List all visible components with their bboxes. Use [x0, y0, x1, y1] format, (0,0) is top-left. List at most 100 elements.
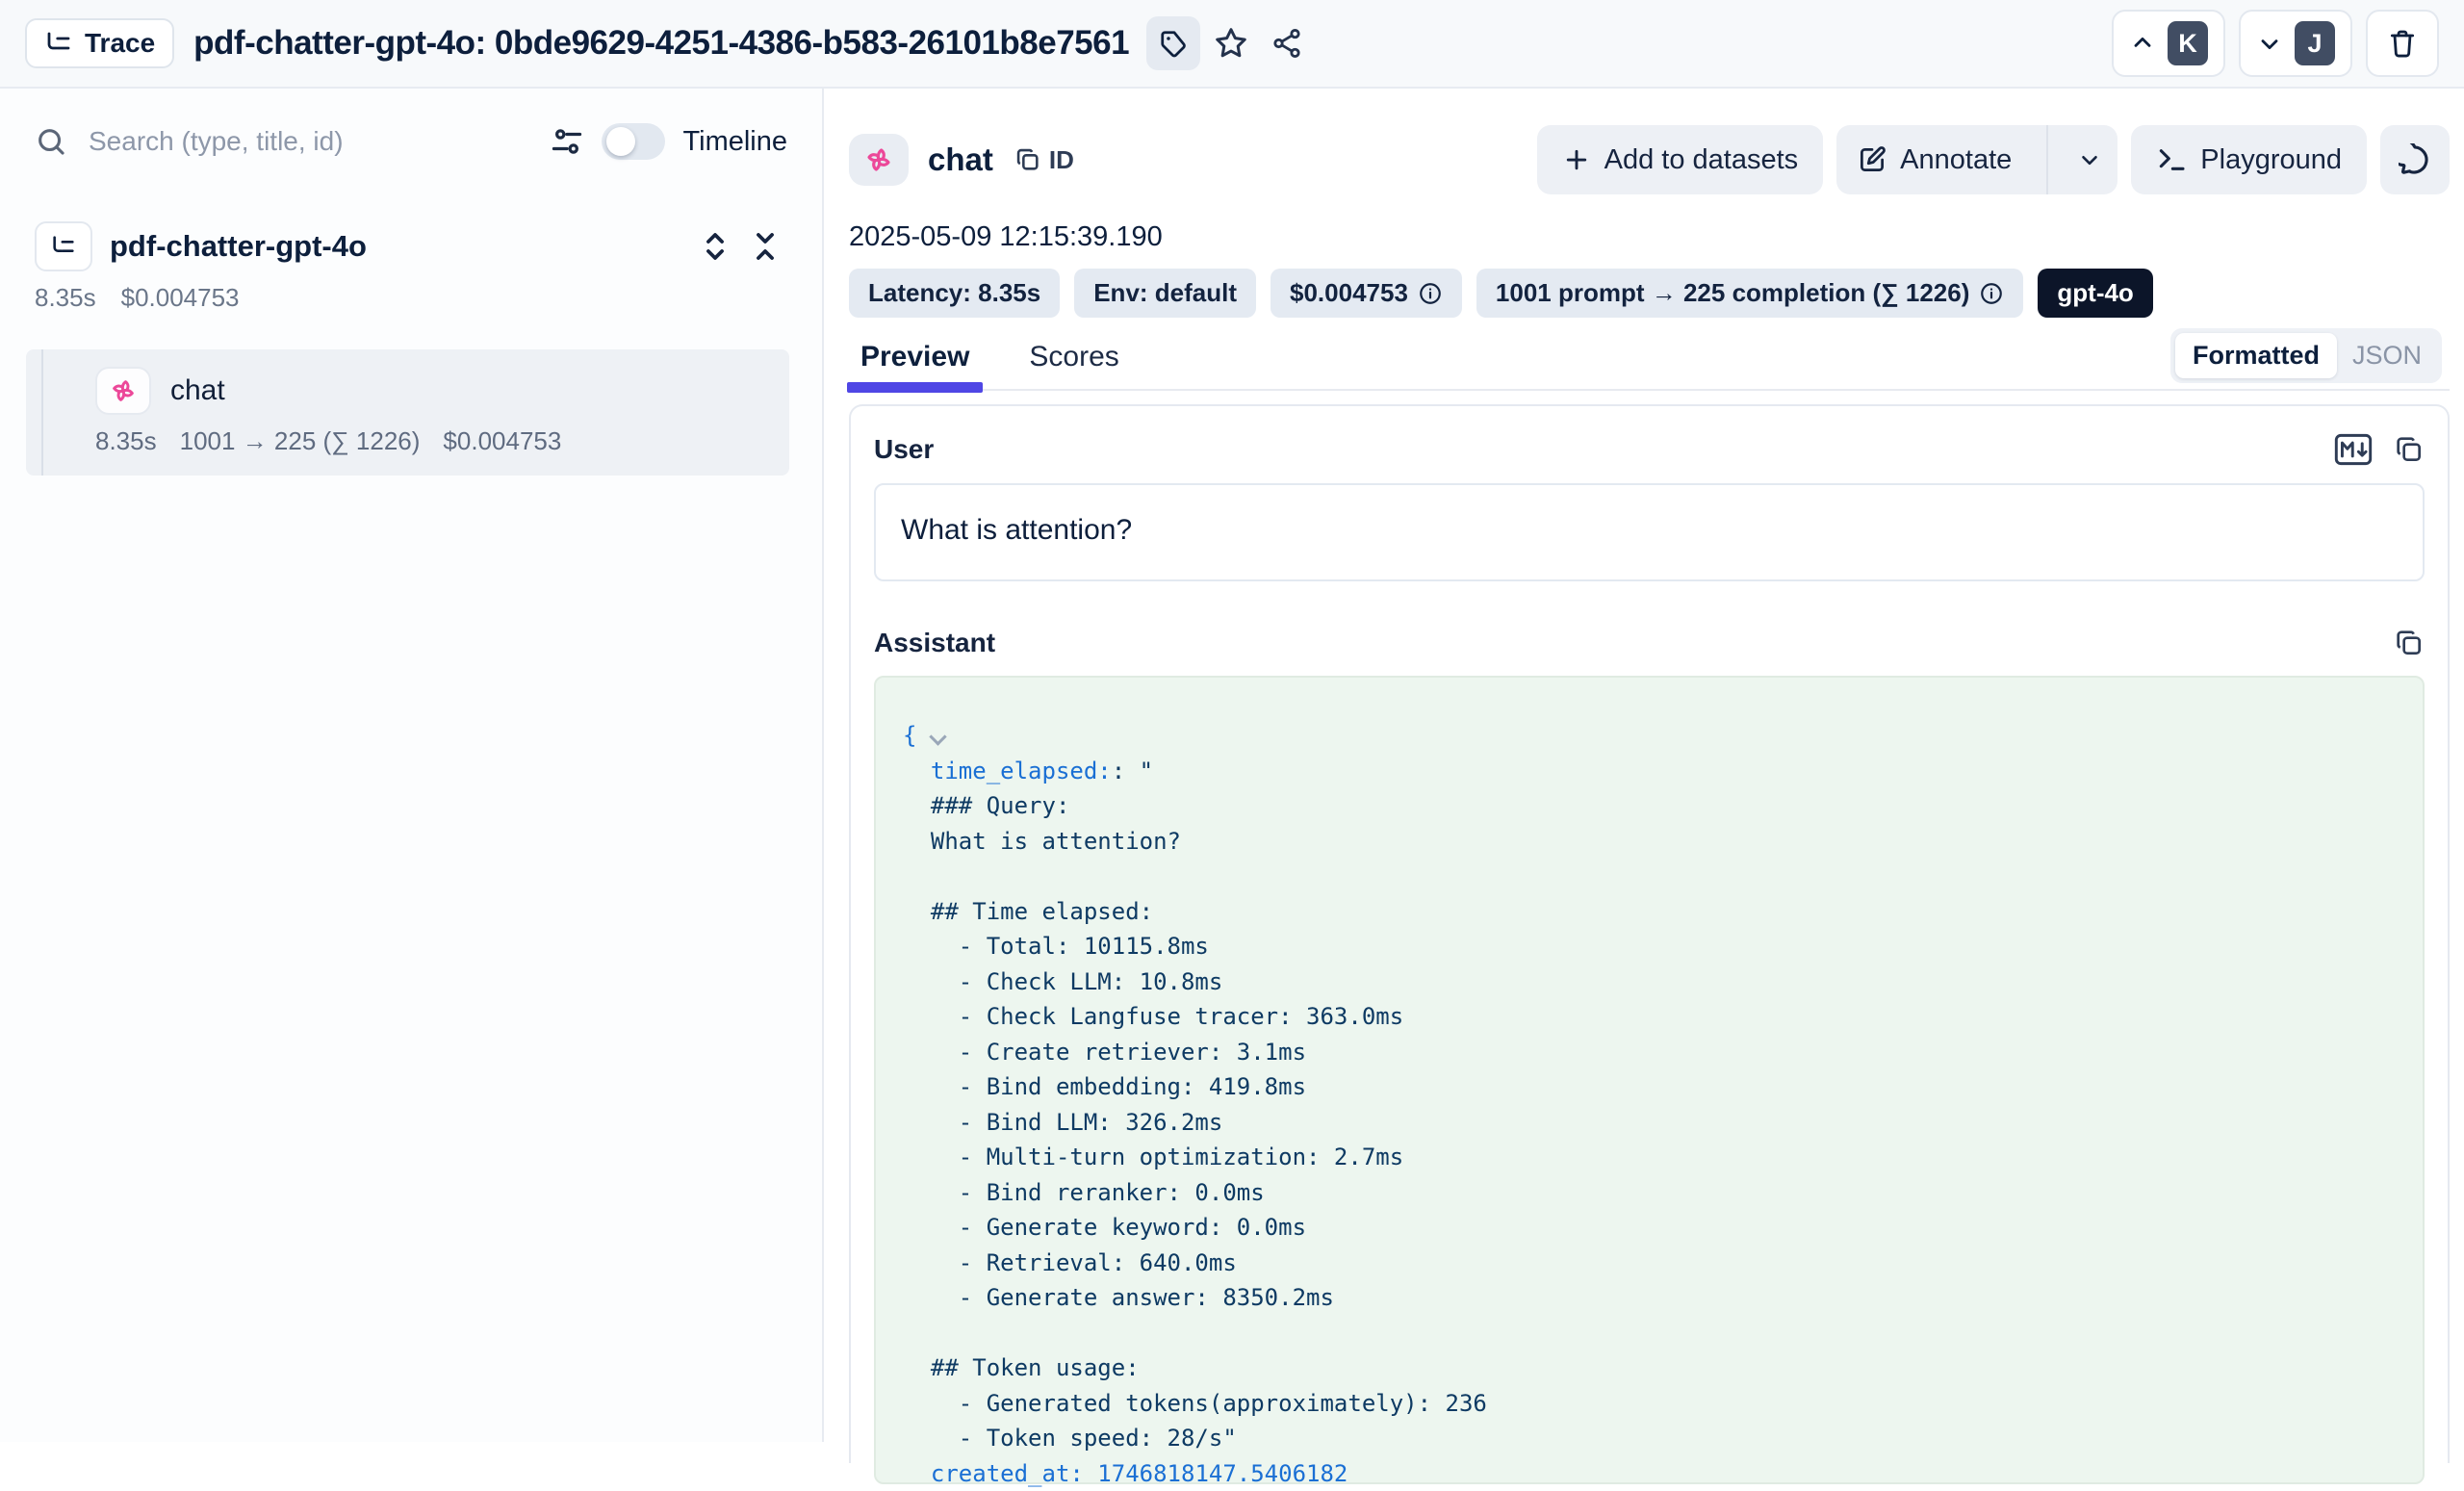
observation-timestamp: 2025-05-09 12:15:39.190: [849, 221, 2450, 253]
generation-icon-badge: [849, 134, 909, 186]
tab-preview[interactable]: Preview: [849, 341, 981, 373]
model-badge-label: gpt-4o: [2057, 278, 2133, 308]
markdown-icon: [2334, 433, 2373, 466]
add-to-datasets-button[interactable]: Add to datasets: [1537, 125, 1824, 194]
tree-guide-line: [41, 349, 43, 476]
info-icon[interactable]: [1979, 281, 2004, 306]
format-option-formatted[interactable]: Formatted: [2175, 333, 2337, 378]
search-input[interactable]: [89, 126, 532, 157]
button-divider: [2046, 125, 2048, 194]
preview-content-card: User What i: [849, 404, 2450, 1463]
env-badge: Env: default: [1074, 269, 1256, 318]
active-tab-indicator: [847, 382, 983, 393]
assistant-output-box: { time_elapsed:: " ### Query: What is at…: [874, 676, 2425, 1484]
collapse-all-icon[interactable]: [749, 230, 782, 263]
add-to-datasets-label: Add to datasets: [1604, 144, 1799, 176]
cost-badge-label: $0.004753: [1290, 278, 1408, 308]
chevron-down-icon: [2256, 30, 2283, 57]
generation-fan-icon: [863, 144, 894, 175]
latency-badge-label: Latency: 8.35s: [868, 278, 1040, 308]
copy-user-content-button[interactable]: [2394, 434, 2425, 465]
shortcut-key-j: J: [2295, 21, 2335, 65]
tab-scores-label: Scores: [1029, 341, 1118, 373]
markdown-toggle-button[interactable]: [2334, 433, 2373, 466]
observation-detail-panel: chat ID Add to datasets: [826, 89, 2464, 1442]
copy-assistant-content-button[interactable]: [2394, 628, 2425, 658]
copy-id-button[interactable]: ID: [1014, 145, 1074, 175]
annotate-button[interactable]: Annotate: [1836, 125, 2033, 194]
format-option-json[interactable]: JSON: [2337, 333, 2437, 378]
token-usage-badge: 1001 prompt → 225 completion (∑ 1226): [1476, 269, 2023, 318]
tab-preview-label: Preview: [860, 341, 969, 373]
view-options-icon[interactable]: [550, 124, 584, 159]
chevron-up-icon: [2129, 30, 2156, 57]
token-usage-label: 1001 prompt → 225 completion (∑ 1226): [1496, 278, 1969, 308]
env-badge-label: Env: default: [1093, 278, 1237, 308]
trace-cost: $0.004753: [121, 283, 240, 313]
tree-item-chat-title: chat: [170, 374, 225, 407]
tab-scores[interactable]: Scores: [1017, 341, 1130, 373]
tags-button[interactable]: [1146, 16, 1200, 70]
delete-trace-button[interactable]: [2366, 10, 2439, 77]
chevron-down-icon: [2077, 147, 2102, 172]
user-section-heading: User: [874, 434, 2313, 465]
plus-icon: [1562, 145, 1591, 174]
annotate-pen-icon: [1858, 145, 1886, 174]
user-input-box: What is attention?: [874, 483, 2425, 581]
prev-item-button[interactable]: K: [2112, 10, 2225, 77]
observation-title: chat: [928, 141, 993, 178]
playground-label: Playground: [2200, 144, 2342, 176]
copy-icon: [1014, 146, 1041, 173]
comment-bubble-icon: [2399, 143, 2431, 176]
share-icon: [1270, 27, 1303, 60]
trash-icon: [2387, 28, 2418, 59]
detail-tabs: Preview Scores Formatted JSON: [849, 341, 2450, 391]
toggle-knob: [606, 127, 635, 156]
assistant-section-heading: Assistant: [874, 628, 2373, 658]
star-icon: [1214, 26, 1248, 61]
annotate-menu-button[interactable]: [2062, 125, 2118, 194]
trace-duration: 8.35s: [35, 283, 96, 313]
tree-root-trace-row[interactable]: pdf-chatter-gpt-4o: [35, 221, 787, 271]
generation-icon-badge: [95, 367, 151, 415]
user-input-text: What is attention?: [901, 514, 2398, 547]
trace-tree-sidebar: Timeline pdf-chatter-gpt-4o 8.: [0, 89, 824, 1442]
annotate-label: Annotate: [1900, 144, 2012, 176]
timeline-toggle-label: Timeline: [682, 126, 787, 158]
assistant-output-code: { time_elapsed:: " ### Query: What is at…: [903, 718, 2398, 1491]
share-button[interactable]: [1262, 18, 1312, 68]
annotate-split-button: Annotate: [1836, 125, 2118, 194]
trace-node-title: pdf-chatter-gpt-4o: [110, 229, 681, 264]
generation-fan-icon: [109, 376, 138, 405]
list-tree-icon: [44, 29, 73, 58]
page-title: pdf-chatter-gpt-4o: 0bde9629-4251-4386-b…: [193, 24, 1129, 63]
timeline-toggle[interactable]: [602, 123, 665, 160]
chat-cost: $0.004753: [443, 426, 561, 456]
model-badge[interactable]: gpt-4o: [2038, 269, 2152, 318]
next-item-button[interactable]: J: [2239, 10, 2352, 77]
trace-badge-label: Trace: [85, 28, 155, 59]
chat-duration: 8.35s: [95, 426, 157, 456]
tag-icon: [1159, 29, 1188, 58]
cost-badge: $0.004753: [1270, 269, 1462, 318]
list-tree-icon: [50, 233, 77, 260]
comments-button[interactable]: [2380, 125, 2450, 194]
expand-all-icon[interactable]: [699, 230, 732, 263]
chat-token-usage: 1001 → 225 (∑ 1226): [180, 426, 421, 456]
tree-item-chat[interactable]: chat 8.35s 1001 → 225 (∑ 1226) $0.004753: [26, 349, 789, 476]
id-label: ID: [1049, 145, 1074, 175]
copy-icon: [2394, 628, 2425, 658]
copy-icon: [2394, 434, 2425, 465]
format-toggle: Formatted JSON: [2170, 328, 2442, 383]
shortcut-key-k: K: [2168, 21, 2208, 65]
trace-type-badge: Trace: [25, 18, 174, 68]
terminal-icon: [2156, 144, 2187, 175]
playground-button[interactable]: Playground: [2131, 125, 2367, 194]
bookmark-star-button[interactable]: [1206, 18, 1256, 68]
latency-badge: Latency: 8.35s: [849, 269, 1060, 318]
info-icon[interactable]: [1418, 281, 1443, 306]
top-bar: Trace pdf-chatter-gpt-4o: 0bde9629-4251-…: [0, 0, 2464, 89]
trace-node-icon-badge: [35, 221, 92, 271]
search-icon: [35, 125, 67, 158]
collapse-json-chevron-icon[interactable]: [930, 728, 947, 745]
